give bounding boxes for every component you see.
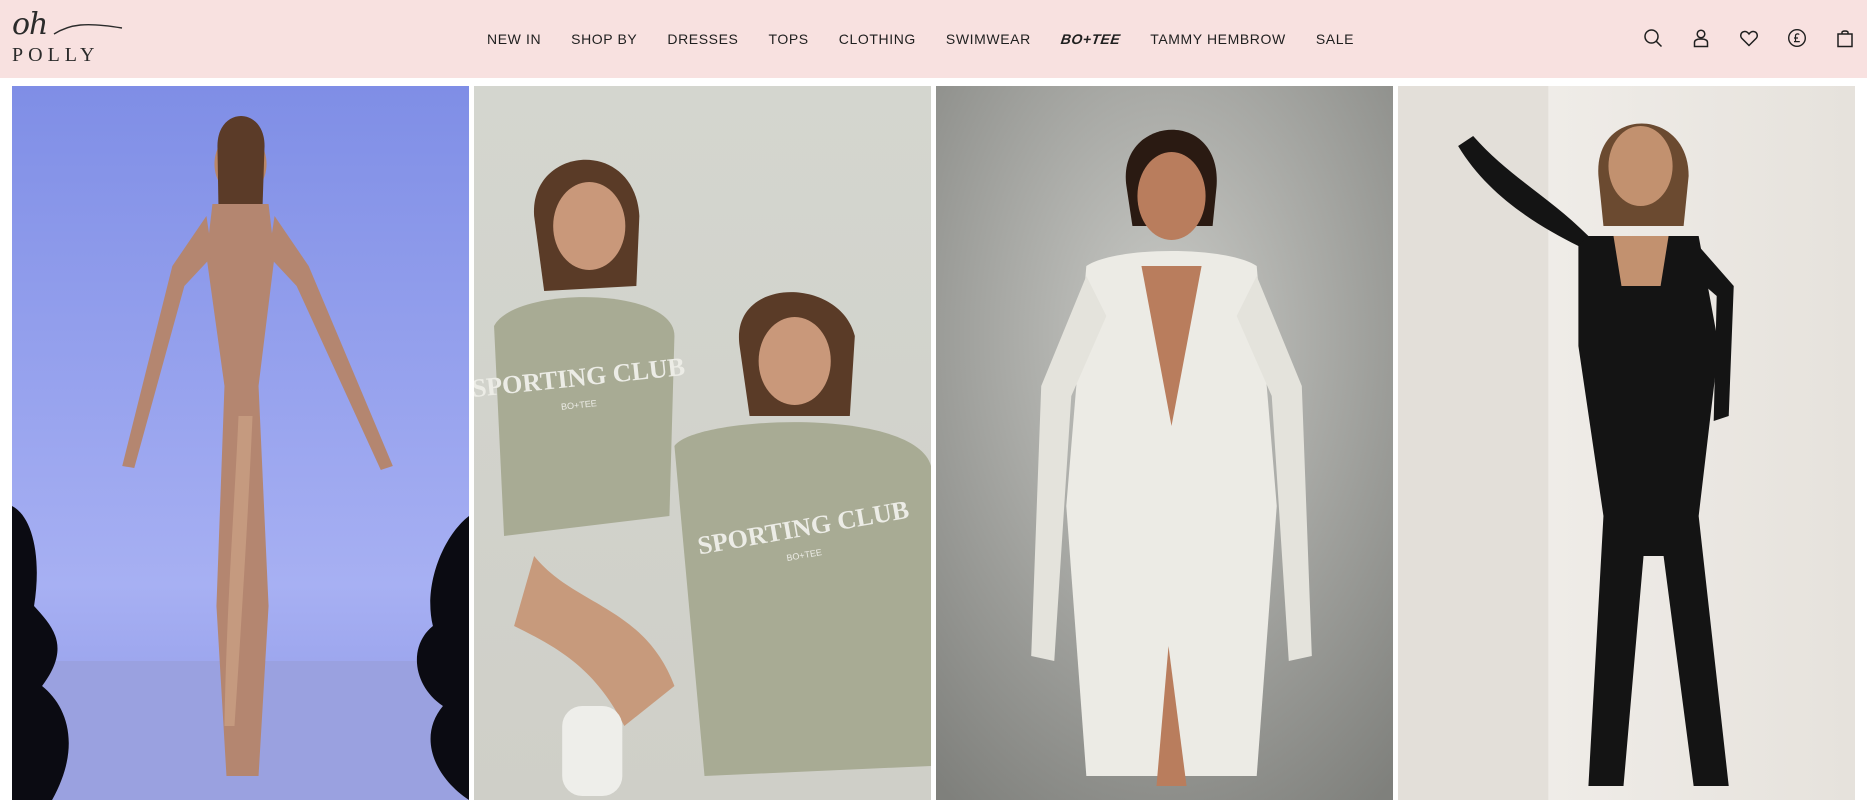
wishlist-icon[interactable] bbox=[1737, 26, 1761, 50]
oh-polly-logo[interactable]: oh POLLY bbox=[12, 7, 123, 66]
model-sequin-gown-photo bbox=[12, 86, 469, 800]
nav-item-clothing[interactable]: CLOTHING bbox=[839, 31, 916, 47]
hero-tile-sequin-gown[interactable] bbox=[12, 86, 469, 800]
nav-item-tammy-hembrow[interactable]: TAMMY HEMBROW bbox=[1150, 31, 1286, 47]
site-header: oh POLLY NEW IN SHOP BY DRESSES TOPS CLO… bbox=[0, 0, 1867, 78]
logo-oh-text: oh bbox=[12, 7, 48, 42]
nav-item-sale[interactable]: SALE bbox=[1316, 31, 1354, 47]
nav-item-dresses[interactable]: DRESSES bbox=[667, 31, 738, 47]
hero-tile-sweatshirts[interactable]: SPORTING CLUB BO+TEE SPORTING CLUB BO+TE… bbox=[474, 86, 931, 800]
model-embellished-dress-photo bbox=[936, 86, 1393, 800]
hero-tile-embellished-dress[interactable] bbox=[936, 86, 1393, 800]
logo-swash bbox=[53, 23, 123, 35]
header-icons bbox=[1641, 24, 1857, 52]
search-icon[interactable] bbox=[1641, 26, 1665, 50]
account-icon[interactable] bbox=[1689, 26, 1713, 50]
nav-item-tops[interactable]: TOPS bbox=[768, 31, 808, 47]
nav-item-swimwear[interactable]: SWIMWEAR bbox=[946, 31, 1031, 47]
nav-item-botee-logo[interactable]: BO+TEE bbox=[1060, 31, 1122, 47]
models-sweatshirt-photo: SPORTING CLUB BO+TEE SPORTING CLUB BO+TE… bbox=[474, 86, 931, 800]
logo-polly-text: POLLY bbox=[12, 44, 100, 66]
nav-item-shop-by[interactable]: SHOP BY bbox=[571, 31, 637, 47]
model-black-jumpsuit-photo bbox=[1398, 86, 1855, 800]
hero-tile-black-jumpsuit[interactable] bbox=[1398, 86, 1855, 800]
bag-icon[interactable] bbox=[1833, 26, 1857, 50]
nav-item-new-in[interactable]: NEW IN bbox=[487, 31, 541, 47]
main-nav: NEW IN SHOP BY DRESSES TOPS CLOTHING SWI… bbox=[487, 28, 1354, 50]
currency-icon[interactable] bbox=[1785, 26, 1809, 50]
hero-image-grid: SPORTING CLUB BO+TEE SPORTING CLUB BO+TE… bbox=[12, 86, 1855, 800]
